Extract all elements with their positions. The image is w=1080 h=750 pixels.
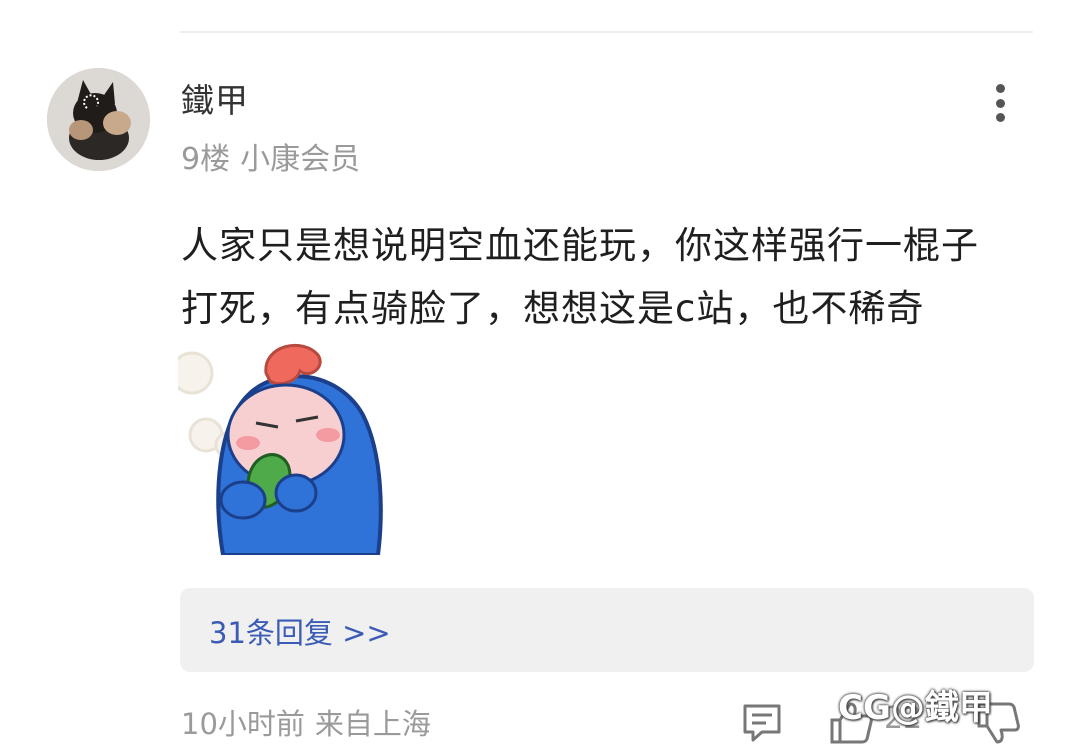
- comment-line-2: 打死，有点骑脸了，想想这是c站，也不稀奇: [181, 287, 925, 330]
- comment-time: 10小时前: [181, 707, 305, 741]
- more-vertical-icon[interactable]: [982, 80, 1018, 126]
- avatar[interactable]: [47, 68, 150, 171]
- comment-body: 人家只是想说明空血还能玩，你这样强行一棍子 打死，有点骑脸了，想想这是c站，也不…: [181, 214, 1041, 340]
- sticker-image: [170, 335, 388, 557]
- comment-icon[interactable]: [740, 700, 784, 744]
- comment-footer-meta: 10小时前 来自上海: [181, 701, 431, 743]
- avatar-image: [47, 68, 150, 171]
- comment-location: 来自上海: [314, 707, 431, 741]
- member-level: 小康会员: [240, 142, 361, 177]
- author-name[interactable]: 鐵甲: [181, 74, 249, 122]
- top-divider: [180, 31, 1033, 33]
- view-replies-link[interactable]: 31条回复 >>: [209, 610, 391, 652]
- author-meta: 9楼 小康会员: [181, 134, 360, 178]
- replies-box[interactable]: 31条回复 >>: [180, 588, 1034, 672]
- watermark: CG@鐵甲: [838, 688, 993, 728]
- floor-number: 9楼: [181, 142, 231, 177]
- comment-line-1: 人家只是想说明空血还能玩，你这样强行一棍子: [181, 224, 979, 267]
